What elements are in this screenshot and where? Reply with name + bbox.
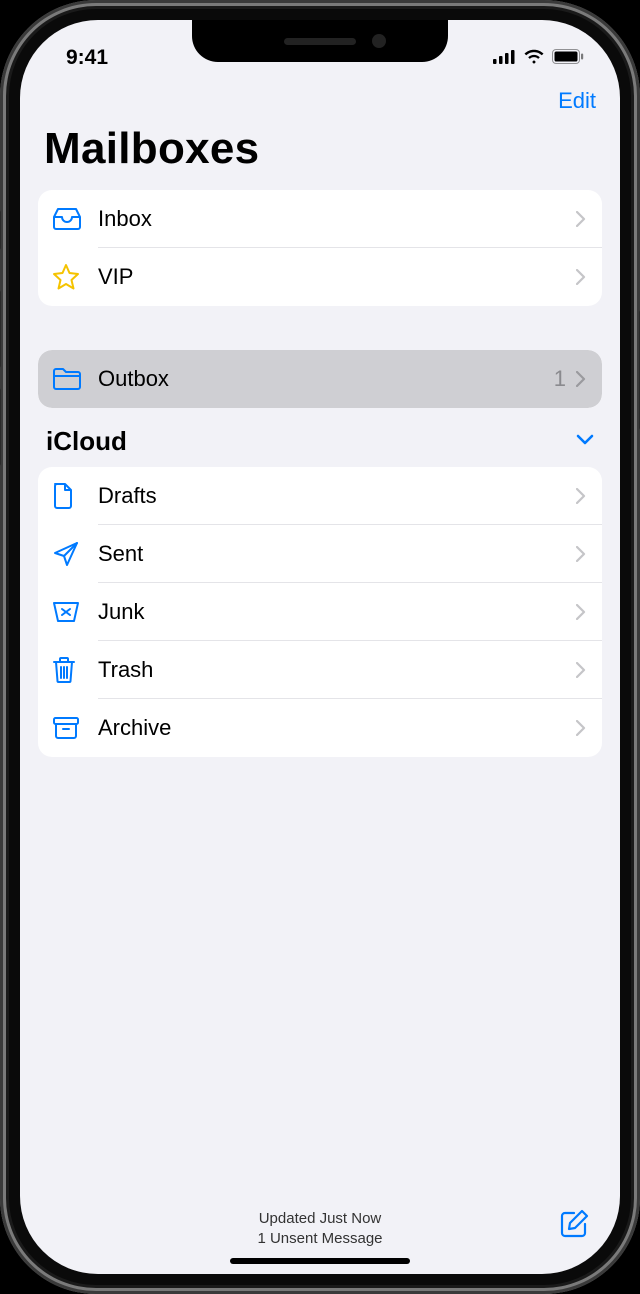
chevron-right-icon [576,546,586,562]
sync-status: Updated Just Now 1 Unsent Message [257,1209,382,1250]
sync-status-line1: Updated Just Now [257,1209,382,1229]
mailbox-row-label: Inbox [98,206,576,232]
mailbox-row-vip[interactable]: VIP [38,248,602,306]
compose-button[interactable] [558,1208,590,1243]
chevron-right-icon [576,604,586,620]
chevron-right-icon [576,720,586,736]
inbox-icon [52,207,98,231]
home-indicator[interactable] [230,1258,410,1264]
folder-row-label: Trash [98,657,576,683]
chevron-down-icon [576,433,594,451]
status-time: 9:41 [66,46,108,70]
nav-bar: Edit [20,80,620,118]
folder-row-archive[interactable]: Archive [38,699,602,757]
outbox-group: Outbox 1 [38,350,602,408]
junk-icon [52,600,98,624]
folder-row-label: Sent [98,541,576,567]
mailbox-row-inbox[interactable]: Inbox [38,190,602,248]
top-mailboxes-group: Inbox VIP [38,190,602,306]
archive-icon [52,716,98,740]
folder-row-label: Junk [98,599,576,625]
compose-icon [558,1228,590,1243]
page-title: Mailboxes [20,118,620,190]
folder-row-label: Archive [98,715,576,741]
folder-row-trash[interactable]: Trash [38,641,602,699]
folder-row-drafts[interactable]: Drafts [38,467,602,525]
battery-icon [552,46,584,70]
account-folders-group: Drafts Sent [38,467,602,757]
trash-icon [52,656,98,684]
chevron-right-icon [576,488,586,504]
wifi-icon [523,46,545,70]
account-section-header[interactable]: iCloud [38,426,602,467]
mailbox-row-count: 1 [554,366,566,392]
mailbox-row-label: Outbox [98,366,554,392]
mailbox-row-outbox[interactable]: Outbox 1 [38,350,602,408]
account-section-title: iCloud [46,426,127,457]
folder-row-sent[interactable]: Sent [38,525,602,583]
sync-status-line2: 1 Unsent Message [257,1229,382,1249]
chevron-right-icon [576,371,586,387]
folder-row-junk[interactable]: Junk [38,583,602,641]
chevron-right-icon [576,211,586,227]
chevron-right-icon [576,662,586,678]
mailbox-row-label: VIP [98,264,576,290]
chevron-right-icon [576,269,586,285]
edit-button[interactable]: Edit [558,88,596,114]
document-icon [52,482,98,510]
cellular-signal-icon [493,46,516,70]
device-notch [192,20,448,62]
paperplane-icon [52,540,98,568]
folder-row-label: Drafts [98,483,576,509]
star-icon [52,263,98,291]
folder-icon [52,367,98,391]
